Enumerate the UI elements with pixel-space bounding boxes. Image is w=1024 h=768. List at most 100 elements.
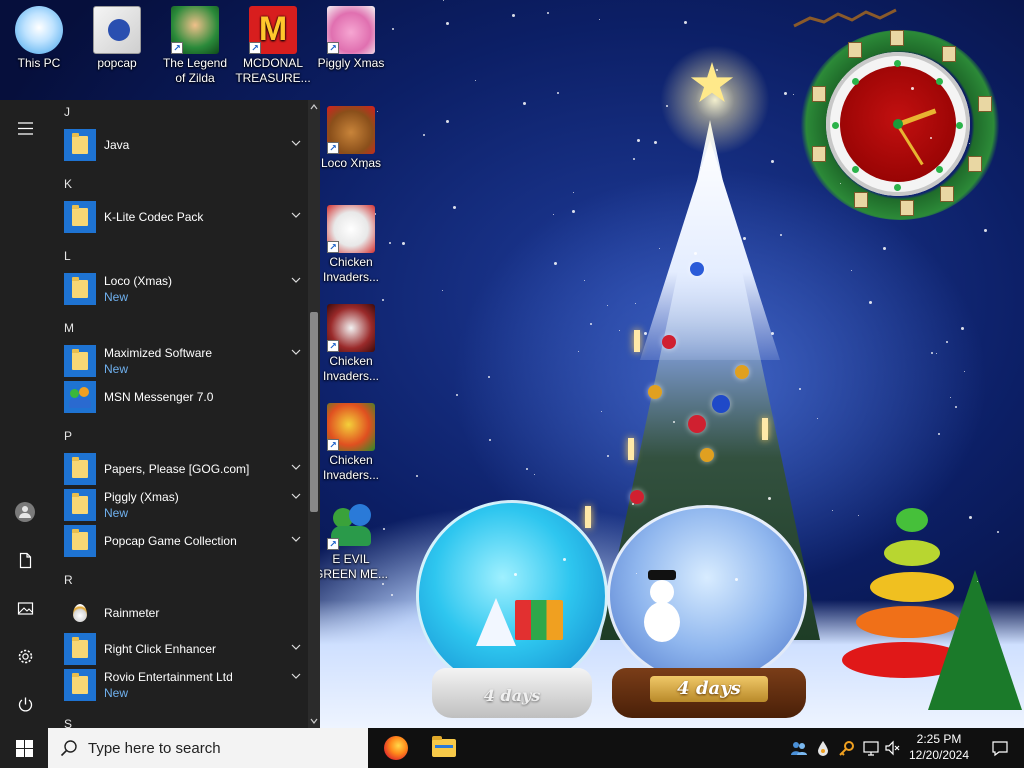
desktop-icon-loco-xmas[interactable]: ↗ Loco Xmas (313, 106, 389, 171)
section-letter-m[interactable]: M (64, 321, 74, 335)
desktop-icon-chicken-invaders-3[interactable]: ↗ Chicken Invaders... (313, 403, 389, 483)
start-button[interactable] (0, 728, 48, 768)
snowflake (938, 433, 940, 435)
snowflake (984, 229, 987, 232)
bear-icon: ↗ (327, 106, 375, 154)
volume-muted-icon[interactable] (884, 739, 902, 757)
app-name: Rovio Entertainment Ltd (104, 670, 233, 684)
snowflake (636, 573, 637, 574)
folder-icon (64, 129, 96, 161)
app-item-piggly-xmas[interactable]: Piggly (Xmas) New (62, 487, 308, 523)
power-button[interactable] (0, 680, 50, 728)
desktop-icon-label: Chicken Invaders... (322, 453, 380, 482)
app-item-right-click-enhancer[interactable]: Right Click Enhancer (62, 631, 308, 667)
taskbar-firefox[interactable] (372, 728, 420, 768)
app-item-loco-xmas[interactable]: Loco (Xmas) New (62, 271, 308, 307)
settings-button[interactable] (0, 632, 50, 680)
desktop-icon-label: E EVIL GREEN ME... (313, 552, 388, 581)
desktop-icon-mcdonal-treasure[interactable]: M ↗ MCDONAL TREASURE... (235, 6, 311, 86)
section-letter-p[interactable]: P (64, 429, 72, 443)
snowflake (514, 573, 517, 576)
section-letter-j[interactable]: J (64, 105, 70, 119)
firefox-icon (384, 736, 408, 760)
chevron-down-icon (291, 464, 301, 470)
desktop-icon-chicken-invaders-2[interactable]: ↗ Chicken Invaders... (313, 304, 389, 384)
scroll-up-icon[interactable] (309, 102, 319, 112)
countdown-label-left: 4 days (483, 686, 541, 705)
network-people-icon[interactable] (790, 739, 808, 757)
app-item-java[interactable]: Java (62, 127, 308, 163)
snowflake (635, 303, 636, 304)
app-list-scrollbar[interactable] (308, 100, 320, 728)
snowflake (858, 515, 859, 516)
app-item-rainmeter[interactable]: Rainmeter (62, 595, 308, 631)
pictures-button[interactable] (0, 584, 50, 632)
shortcut-arrow-icon: ↗ (327, 439, 339, 451)
clock-marker (832, 122, 839, 129)
clock-marker (894, 60, 901, 67)
section-letter-l[interactable]: L (64, 249, 71, 263)
snowflake (619, 330, 620, 331)
notification-center-button[interactable] (976, 728, 1024, 768)
app-item-rovio-entertainment[interactable]: Rovio Entertainment Ltd New (62, 667, 308, 703)
section-letter-r[interactable]: R (64, 573, 73, 587)
clock-house (940, 186, 954, 202)
ornament (700, 448, 714, 462)
snowflake (456, 394, 458, 396)
folder-icon (64, 525, 96, 557)
snowflake (644, 332, 647, 335)
desktop-icon-popcap[interactable]: popcap (79, 6, 155, 71)
ornament (630, 490, 644, 504)
candle (628, 438, 634, 460)
hamburger-menu-button[interactable] (0, 104, 50, 152)
snowflake (911, 87, 914, 90)
ornament (688, 415, 706, 433)
gift-boxes (515, 600, 563, 640)
snowflake (666, 105, 668, 107)
shortcut-arrow-icon: ↗ (327, 241, 339, 253)
network-icon[interactable] (862, 739, 880, 757)
documents-button[interactable] (0, 536, 50, 584)
key-icon[interactable] (838, 739, 856, 757)
msn-messenger-icon (64, 381, 96, 413)
snowflake (743, 237, 746, 240)
snowflake (489, 439, 491, 441)
app-item-maximized-software[interactable]: Maximized Software New (62, 343, 308, 379)
snowflake (969, 516, 972, 519)
scroll-down-icon[interactable] (309, 716, 319, 726)
desktop-icon-this-pc[interactable]: This PC (1, 6, 77, 71)
reindeer-sleigh (790, 8, 900, 32)
section-letter-k[interactable]: K (64, 177, 72, 191)
snowflake (389, 242, 391, 244)
clock-house (900, 200, 914, 216)
snowflake (969, 143, 970, 144)
taskbar-file-explorer[interactable] (420, 728, 468, 768)
app-item-popcap-game-collection[interactable]: Popcap Game Collection (62, 523, 308, 559)
pig-icon: ↗ (327, 6, 375, 54)
snowflake (391, 594, 393, 596)
desktop-icon-evil-green-messenger[interactable]: ↗ E EVIL GREEN ME... (313, 502, 389, 582)
desktop-icon-piggly-xmas[interactable]: ↗ Piggly Xmas (313, 6, 389, 71)
scrollbar-thumb[interactable] (310, 312, 318, 512)
app-item-papers-please[interactable]: Papers, Please [GOG.com] (62, 451, 308, 487)
taskbar-clock[interactable]: 2:25 PM 12/20/2024 (904, 731, 974, 763)
desktop-icon-chicken-invaders-1[interactable]: ↗ Chicken Invaders... (313, 205, 389, 285)
user-account-button[interactable] (0, 488, 50, 536)
snowflake (961, 327, 964, 330)
snowflake (964, 371, 965, 372)
snowflake (382, 299, 384, 301)
snowflake (446, 22, 449, 25)
app-name: Loco (Xmas) (104, 274, 173, 288)
snowflake (512, 14, 515, 17)
app-item-msn-messenger[interactable]: MSN Messenger 7.0 (62, 379, 308, 415)
ornament (735, 365, 749, 379)
snowflake (654, 141, 657, 144)
desktop-icon-legend-of-zilda[interactable]: ↗ The Legend of Zilda (157, 6, 233, 86)
game-hero-icon: ↗ (171, 6, 219, 54)
section-letter-s[interactable]: S (64, 717, 72, 728)
app-item-k-lite-codec-pack[interactable]: K-Lite Codec Pack (62, 199, 308, 235)
snowflake (832, 510, 833, 511)
taskbar-search-box[interactable]: Type here to search (48, 728, 368, 768)
user-icon (15, 502, 35, 522)
water-drop-icon[interactable] (814, 739, 832, 757)
